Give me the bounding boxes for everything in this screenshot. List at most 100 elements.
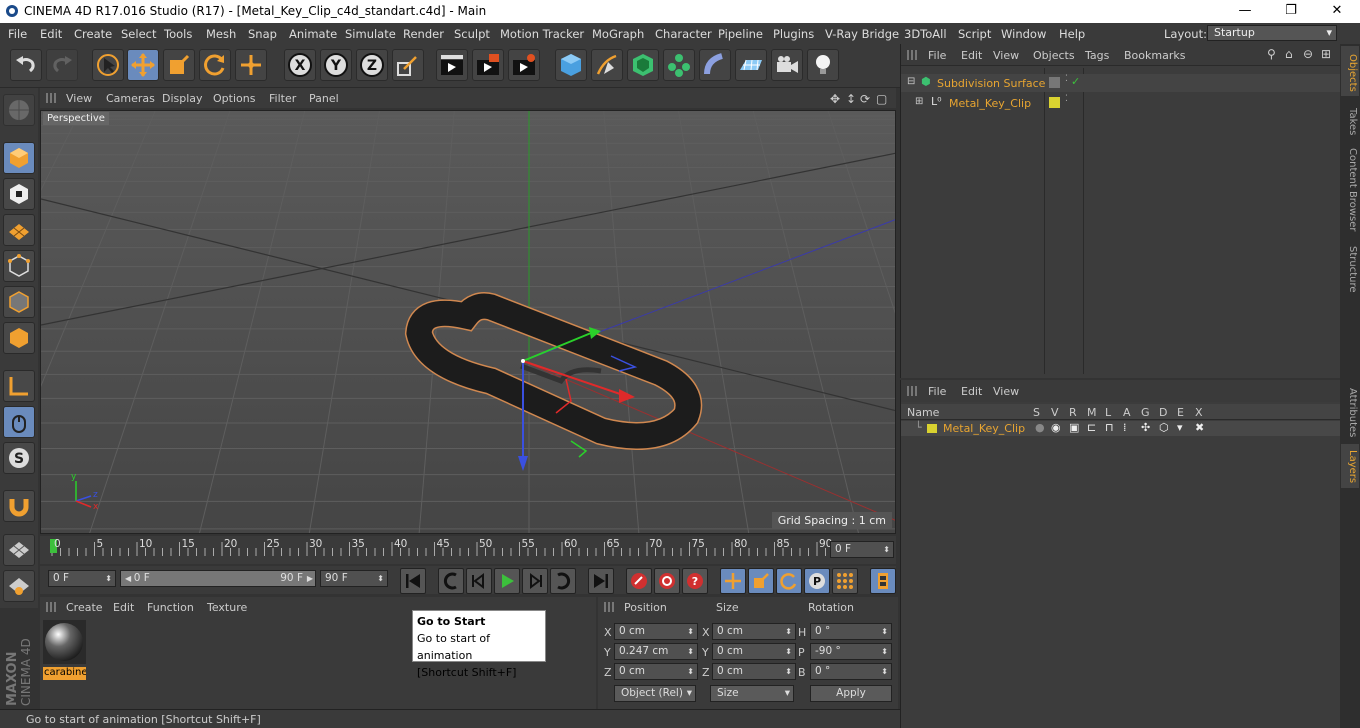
make-editable-button[interactable] xyxy=(3,94,35,126)
magnet-button[interactable] xyxy=(3,490,35,522)
cloner-button[interactable] xyxy=(663,49,695,81)
material-menu-edit[interactable]: Edit xyxy=(113,601,134,614)
move-tool-button[interactable] xyxy=(127,49,159,81)
position-x-field[interactable]: 0 cm ⬍ xyxy=(614,623,698,640)
size-z-field[interactable]: 0 cm ⬍ xyxy=(712,663,796,680)
objects-menu-edit[interactable]: Edit xyxy=(961,49,982,62)
material-menu-create[interactable]: Create xyxy=(66,601,103,614)
material-menu-texture[interactable]: Texture xyxy=(207,601,247,614)
search-icon[interactable]: ⚲ xyxy=(1267,47,1276,61)
menu-3dtoall[interactable]: 3DToAll xyxy=(904,27,947,41)
prev-key-button[interactable] xyxy=(438,568,464,594)
end-frame-field[interactable]: 90 F ⬍ xyxy=(320,570,388,587)
autokey-button[interactable] xyxy=(654,568,680,594)
range-slider[interactable]: ◀ 0 F 90 F ▶ xyxy=(120,570,316,587)
rotation-b-field[interactable]: 0 ° ⬍ xyxy=(810,663,892,680)
points-mode-button[interactable] xyxy=(3,250,35,282)
cube-primitive-button[interactable] xyxy=(555,49,587,81)
camera-button[interactable] xyxy=(771,49,803,81)
tab-content-browser[interactable]: Content Browser xyxy=(1342,148,1358,231)
rotate-tool-button[interactable] xyxy=(199,49,231,81)
layer-color-swatch[interactable] xyxy=(1049,97,1060,108)
subdivision-surface-button[interactable] xyxy=(627,49,659,81)
keyframe-selection-button[interactable]: ? xyxy=(682,568,708,594)
size-y-field[interactable]: 0 cm ⬍ xyxy=(712,643,796,660)
col-manager[interactable]: M xyxy=(1087,406,1097,419)
manager-tree-icon[interactable]: ⊏ xyxy=(1087,421,1096,434)
tab-layers[interactable]: Layers xyxy=(1342,450,1358,483)
material-menu-function[interactable]: Function xyxy=(147,601,194,614)
coordinate-mode-select[interactable]: Object (Rel) ▾ xyxy=(614,685,696,702)
workplane-mode-button[interactable] xyxy=(3,214,35,246)
menu-select[interactable]: Select xyxy=(121,27,156,41)
play-button[interactable] xyxy=(494,568,520,594)
key-rotation-button[interactable] xyxy=(776,568,802,594)
workplane-align-button[interactable] xyxy=(3,570,35,602)
apply-button[interactable]: Apply xyxy=(810,685,892,702)
visibility-dots-icon[interactable]: ⁚ xyxy=(1065,74,1068,84)
tab-attributes[interactable]: Attributes xyxy=(1342,388,1358,437)
go-to-start-button[interactable] xyxy=(400,568,426,594)
col-view[interactable]: V xyxy=(1051,406,1059,419)
timeline-window-button[interactable] xyxy=(870,568,896,594)
animation-icon[interactable]: ⁞ xyxy=(1123,421,1127,434)
next-key-button[interactable] xyxy=(550,568,576,594)
deformer-icon[interactable]: ⬡ xyxy=(1159,421,1169,434)
home-icon[interactable]: ⌂ xyxy=(1285,47,1293,61)
layers-menu-edit[interactable]: Edit xyxy=(961,385,982,398)
layer-row[interactable]: └ Metal_Key_Clip ● ◉ ▣ ⊏ ⊓ ⁞ ✣ ⬡ ▾ ✖ xyxy=(901,421,1341,436)
col-locked[interactable]: L xyxy=(1105,406,1111,419)
objects-menu-objects[interactable]: Objects xyxy=(1033,49,1075,62)
menu-plugins[interactable]: Plugins xyxy=(773,27,814,41)
current-frame-field[interactable]: 0 F ⬍ xyxy=(830,541,894,558)
objects-menu-tags[interactable]: Tags xyxy=(1085,49,1109,62)
menu-snap[interactable]: Snap xyxy=(248,27,277,41)
start-frame-field[interactable]: 0 F ⬍ xyxy=(48,570,116,587)
position-y-field[interactable]: 0.247 cm ⬍ xyxy=(614,643,698,660)
menu-mograph[interactable]: MoGraph xyxy=(592,27,644,41)
render-settings-button[interactable] xyxy=(508,49,540,81)
go-to-end-button[interactable] xyxy=(588,568,614,594)
col-expressions[interactable]: E xyxy=(1177,406,1184,419)
enabled-check-icon[interactable]: ✓ xyxy=(1071,75,1080,88)
redo-button[interactable] xyxy=(46,49,78,81)
collapse-icon[interactable]: ⊟ xyxy=(907,76,915,87)
pen-spline-button[interactable] xyxy=(591,49,623,81)
scale-tool-button[interactable] xyxy=(163,49,195,81)
size-x-field[interactable]: 0 cm ⬍ xyxy=(712,623,796,640)
visibility-dots-icon[interactable]: ⁚ xyxy=(1065,94,1068,104)
position-z-field[interactable]: 0 cm ⬍ xyxy=(614,663,698,680)
col-solo[interactable]: S xyxy=(1033,406,1040,419)
menu-tools[interactable]: Tools xyxy=(164,27,192,41)
solo-toggle-icon[interactable]: ● xyxy=(1035,421,1045,434)
menu-mesh[interactable]: Mesh xyxy=(206,27,236,41)
viewport-menu-view[interactable]: View xyxy=(66,92,92,105)
object-row-subdivision[interactable]: ⊟ ⬢ Subdivision Surface ⁚ ✓ xyxy=(901,74,1341,92)
viewport-menu-options[interactable]: Options xyxy=(213,92,255,105)
menu-create[interactable]: Create xyxy=(74,27,112,41)
tab-objects[interactable]: Objects xyxy=(1342,54,1358,92)
col-animation[interactable]: A xyxy=(1123,406,1131,419)
objects-menu-view[interactable]: View xyxy=(993,49,1019,62)
menu-help[interactable]: Help xyxy=(1059,27,1085,41)
menu-animate[interactable]: Animate xyxy=(289,27,337,41)
col-name[interactable]: Name xyxy=(907,406,939,419)
y-axis-lock-button[interactable]: Y xyxy=(320,49,352,81)
rotation-h-field[interactable]: 0 ° ⬍ xyxy=(810,623,892,640)
new-window-icon[interactable]: ⊞ xyxy=(1321,47,1331,61)
viewport-menu-cameras[interactable]: Cameras xyxy=(106,92,155,105)
render-picture-viewer-button[interactable] xyxy=(472,49,504,81)
key-pla-button[interactable] xyxy=(832,568,858,594)
minimize-button[interactable]: — xyxy=(1222,0,1268,23)
xref-icon[interactable]: ✖ xyxy=(1195,421,1204,434)
record-keys-button[interactable] xyxy=(626,568,652,594)
layer-color-swatch[interactable] xyxy=(927,424,937,433)
expand-icon[interactable]: ⊞ xyxy=(915,96,923,107)
menu-render[interactable]: Render xyxy=(403,27,444,41)
viewport-rotate-icon[interactable]: ⟳ xyxy=(860,92,870,106)
model-mode-button[interactable] xyxy=(3,142,35,174)
render-clapper-icon[interactable]: ▣ xyxy=(1069,421,1079,434)
rotation-p-field[interactable]: -90 ° ⬍ xyxy=(810,643,892,660)
layer-color-swatch[interactable] xyxy=(1049,77,1060,88)
viewport-menu-filter[interactable]: Filter xyxy=(269,92,296,105)
